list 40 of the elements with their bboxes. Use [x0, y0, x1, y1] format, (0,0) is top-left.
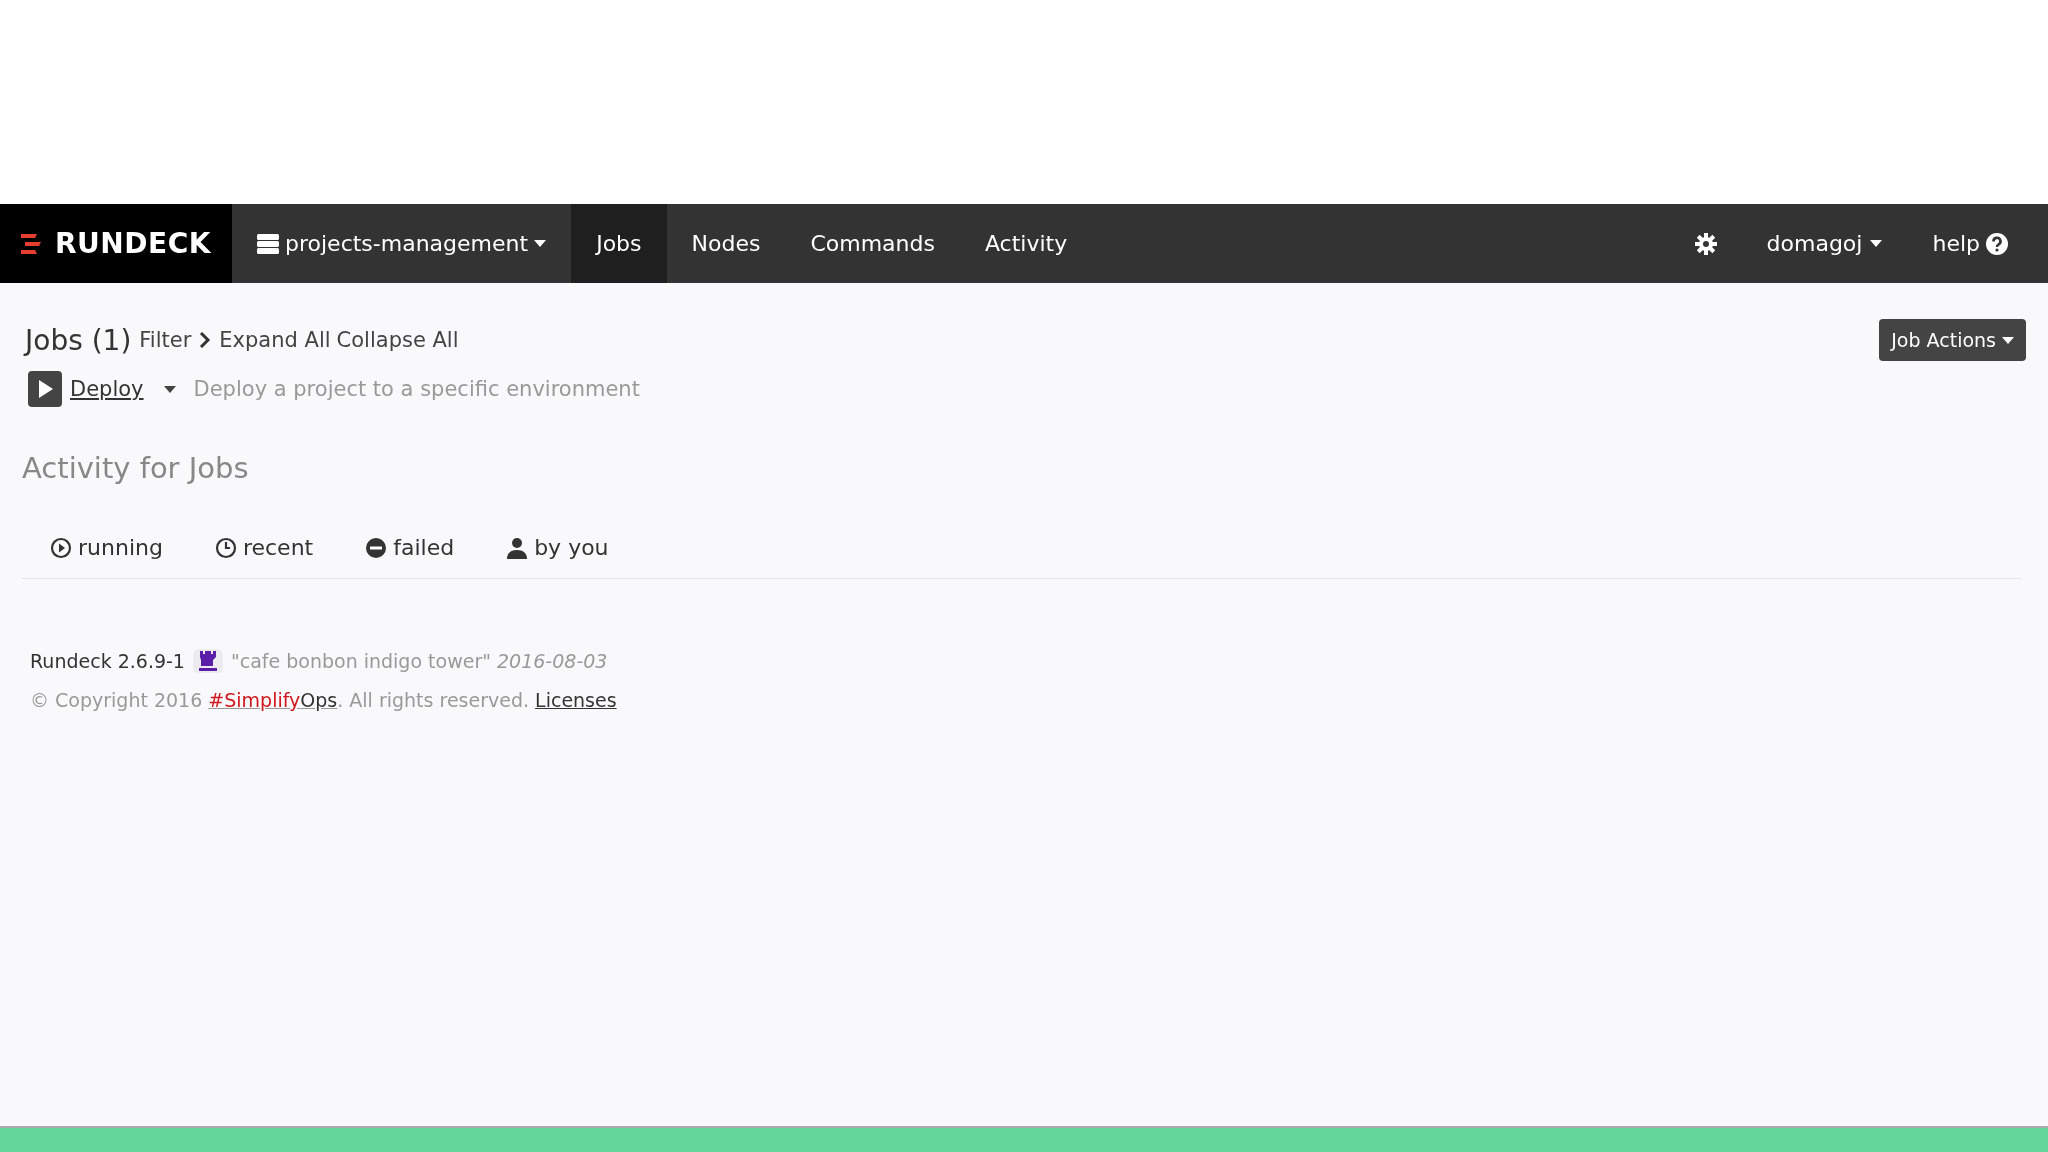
chevron-right-icon [199, 331, 212, 349]
user-icon [506, 536, 529, 559]
history-filter-tab[interactable]: failed [365, 535, 455, 560]
copyright-text: © Copyright 2016 #SimplifyOps. All rights reserved. Licenses [30, 689, 618, 711]
licenses-link[interactable]: Licenses [535, 689, 617, 711]
history-filter-tab[interactable]: running [50, 535, 163, 560]
castle-tower-icon [198, 651, 217, 671]
nav-tab[interactable]: Nodes [666, 204, 786, 283]
job-link[interactable]: Deploy [70, 377, 144, 401]
simplifyops-link[interactable]: #SimplifyOps [208, 689, 338, 711]
logo-icon [21, 232, 44, 255]
run-job-icon[interactable] [28, 371, 62, 407]
codename-text: "cafe bonbon indigo tower" 2016-08-03 [230, 650, 608, 672]
brand-name: RUNDECK [55, 227, 211, 260]
page-title: Jobs (1) [25, 323, 132, 357]
nav-tab[interactable]: Commands [785, 204, 960, 283]
job-description: Deploy a project to a specific environment [193, 377, 640, 401]
history-filter-tab[interactable]: recent [214, 535, 314, 560]
settings-icon [1694, 232, 1717, 255]
collapse-all-link[interactable]: Collapse All [336, 328, 459, 352]
clock-icon [214, 536, 237, 559]
project-menu[interactable]: projects-management [232, 204, 572, 283]
user-menu[interactable]: domagoj [1741, 204, 1908, 283]
server-icon [257, 232, 279, 255]
caret-icon [534, 240, 547, 247]
help-link[interactable]: help [1907, 204, 2048, 283]
job-actions-button[interactable]: Job Actions [1879, 319, 2026, 361]
nav-tab[interactable]: Jobs [571, 204, 667, 283]
caret-icon [1870, 240, 1883, 247]
caret-icon [163, 385, 176, 393]
filter-link[interactable]: Filter [139, 328, 212, 352]
minus-circle-icon [365, 536, 388, 559]
version-text: Rundeck 2.6.9-1 [30, 650, 185, 672]
play-circle-icon [50, 536, 72, 559]
caret-icon [2002, 336, 2014, 344]
section-heading: Activity for Jobs [22, 451, 250, 485]
help-icon [1986, 232, 2008, 255]
nav-tab[interactable]: Activity [959, 204, 1093, 283]
expand-all-link[interactable]: Expand All [219, 328, 331, 352]
history-filter-tab[interactable]: by you [506, 535, 609, 560]
